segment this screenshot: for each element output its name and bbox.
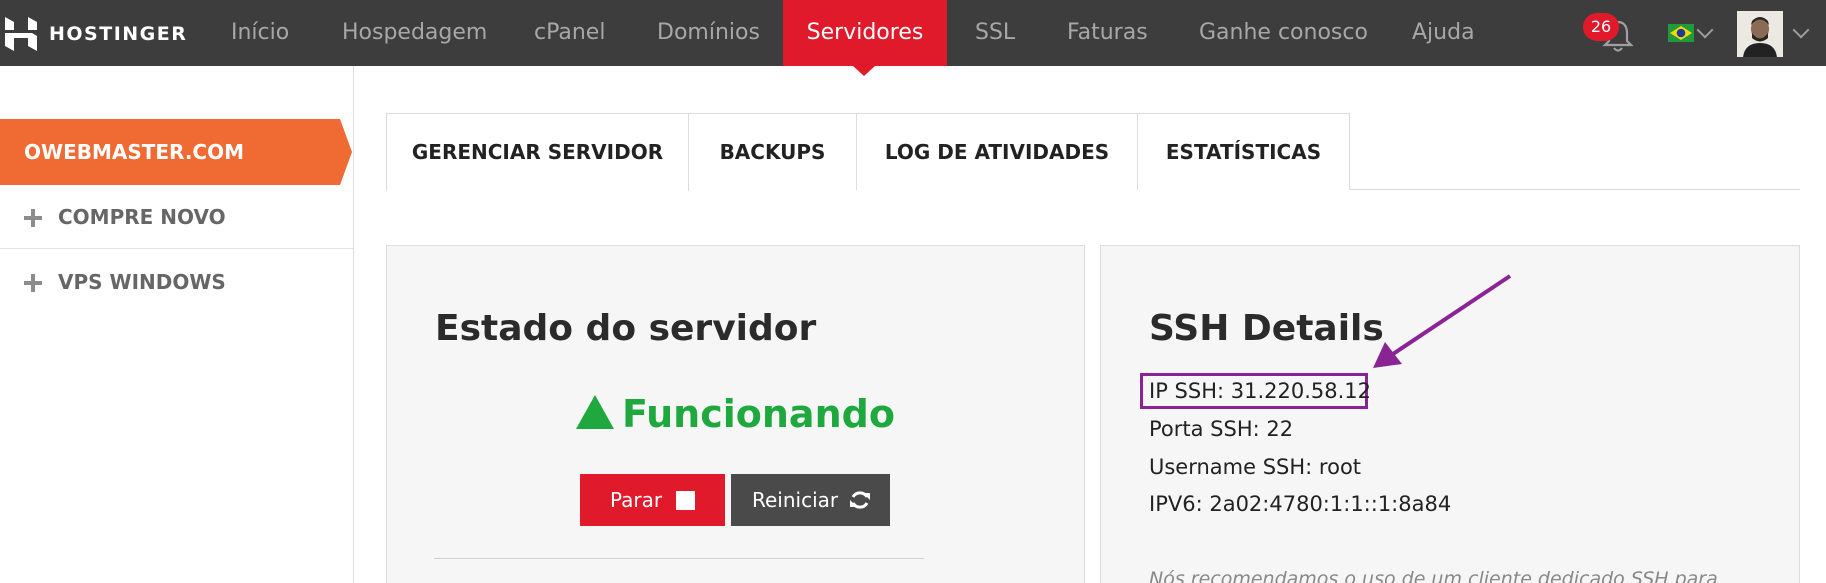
panel-divider: [434, 558, 924, 559]
top-navigation-bar: HOSTINGER Início Hospedagem cPanel Domín…: [0, 0, 1826, 66]
nav-item-servidores[interactable]: Servidores: [783, 0, 947, 66]
ssh-ipv6: IPV6: 2a02:4780:1:1::1:8a84: [1149, 492, 1452, 516]
nav-item-cpanel[interactable]: cPanel: [534, 0, 605, 66]
tab-log-de-atividades[interactable]: LOG DE ATIVIDADES: [856, 113, 1138, 190]
notification-badge[interactable]: 26: [1583, 13, 1619, 41]
nav-item-faturas[interactable]: Faturas: [1067, 0, 1148, 66]
sidebar-item-label: OWEBMASTER.COM: [24, 140, 245, 164]
ssh-port: Porta SSH: 22: [1149, 417, 1294, 441]
nav-item-inicio[interactable]: Início: [231, 0, 289, 66]
server-status-text: Funcionando: [622, 392, 895, 436]
sidebar-item-label: VPS WINDOWS: [58, 270, 226, 294]
avatar[interactable]: [1737, 11, 1783, 57]
sidebar: OWEBMASTER.COM COMPRE NOVO VPS WINDOWS: [0, 66, 354, 583]
restart-server-button[interactable]: Reiniciar: [731, 474, 890, 526]
sidebar-item-owebmaster[interactable]: OWEBMASTER.COM: [0, 119, 340, 185]
brazil-flag-icon[interactable]: [1668, 24, 1694, 42]
user-photo-icon: [1737, 11, 1783, 57]
sidebar-item-vps-windows[interactable]: VPS WINDOWS: [0, 250, 353, 314]
sidebar-item-compre-novo[interactable]: COMPRE NOVO: [0, 185, 353, 249]
ssh-details-title: SSH Details: [1149, 308, 1384, 349]
tab-backups[interactable]: BACKUPS: [688, 113, 857, 190]
brand-name: HOSTINGER: [49, 23, 188, 45]
ssh-ip: IP SSH: 31.220.58.12: [1149, 379, 1372, 403]
tab-estatisticas[interactable]: ESTATÍSTICAS: [1137, 113, 1350, 190]
ssh-client-recommendation: Nós recomendamos o uso de um cliente ded…: [1149, 568, 1718, 583]
account-chevron-down-icon[interactable]: [1792, 21, 1810, 39]
restart-button-label: Reiniciar: [752, 488, 839, 512]
stop-button-label: Parar: [610, 488, 663, 512]
tab-gerenciar-servidor[interactable]: GERENCIAR SERVIDOR: [386, 113, 689, 191]
refresh-icon: [850, 491, 870, 509]
language-chevron-down-icon[interactable]: [1696, 21, 1714, 39]
stop-server-button[interactable]: Parar: [580, 474, 725, 526]
nav-item-hospedagem[interactable]: Hospedagem: [342, 0, 487, 66]
nav-item-ganhe-conosco[interactable]: Ganhe conosco: [1199, 0, 1368, 66]
nav-item-ssl[interactable]: SSL: [975, 0, 1015, 66]
hostinger-logo-icon: [5, 17, 37, 51]
sidebar-item-label: COMPRE NOVO: [58, 205, 226, 229]
arrow-up-icon: [576, 395, 615, 429]
active-nav-caret: [853, 66, 875, 76]
server-status-panel: Estado do servidor Funcionando Parar Rei…: [386, 245, 1085, 583]
sidebar-active-pointer: [340, 119, 352, 185]
hostinger-logo[interactable]: HOSTINGER: [5, 17, 187, 51]
plus-icon: [24, 274, 42, 292]
server-status-indicator: Funcionando: [387, 392, 1084, 436]
nav-item-ajuda[interactable]: Ajuda: [1412, 0, 1475, 66]
annotation-arrow-icon: [1373, 274, 1512, 368]
plus-icon: [24, 209, 42, 227]
ssh-username: Username SSH: root: [1149, 455, 1362, 479]
stop-icon: [676, 491, 695, 510]
server-status-title: Estado do servidor: [435, 308, 817, 349]
nav-item-dominios[interactable]: Domínios: [657, 0, 760, 66]
